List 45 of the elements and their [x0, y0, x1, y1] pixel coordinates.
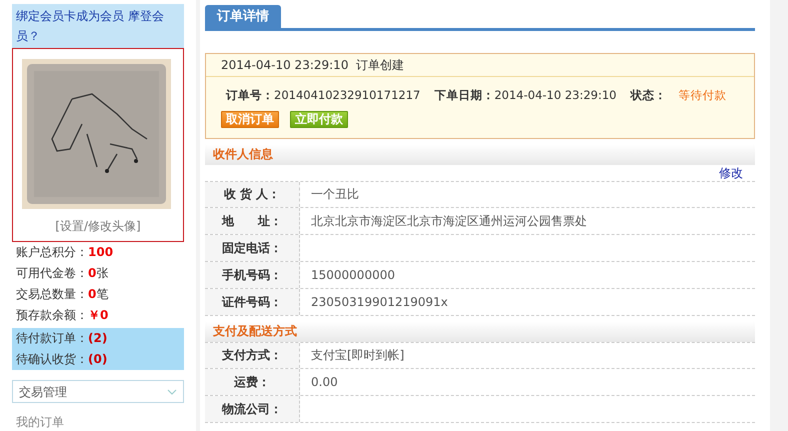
pending-count[interactable]: (0) [88, 352, 108, 366]
field-label: 物流公司： [205, 396, 300, 422]
stat-value: 100 [88, 245, 114, 259]
field-label: 支付方式： [205, 342, 300, 368]
created-time: 2014-04-10 23:29:10 [221, 58, 350, 72]
stat-unit: 张 [96, 266, 108, 280]
stat-label: 交易总数量： [16, 287, 88, 301]
order-date: 2014-04-10 23:29:10 [494, 88, 616, 102]
stat-value: 0 [88, 266, 96, 280]
menu-dropdown[interactable]: 交易管理 [12, 380, 184, 403]
field-label: 订单号： [226, 88, 274, 102]
created-text: 订单创建 [356, 58, 404, 72]
field-value: 一个丑比 [311, 186, 359, 203]
pending-count[interactable]: (2) [88, 331, 108, 345]
stat-value: ￥0 [88, 308, 108, 322]
order-status: 等待付款 [678, 88, 726, 102]
field-value: 0.00 [311, 374, 338, 390]
edit-link[interactable]: 修改 [719, 166, 743, 180]
member-link[interactable]: 绑定会员卡成为会员 摩登会员？ [12, 4, 184, 48]
field-label: 状态： [630, 88, 666, 102]
field-label: 证件号码： [205, 288, 300, 314]
pending-label[interactable]: 待付款订单： [16, 331, 88, 345]
order-number: 20140410232910171217 [274, 88, 420, 102]
page-tab[interactable]: 订单详情 [205, 5, 281, 28]
field-value: 支付宝[即时到帐] [311, 347, 404, 364]
stat-label: 账户总积分： [16, 245, 88, 259]
avatar-link[interactable]: [设置/修改头像] [55, 217, 141, 235]
stat-value: 0 [88, 287, 96, 301]
field-label: 手机号码： [205, 262, 300, 288]
field-label: 收 货 人： [205, 182, 300, 206]
stat-label: 预存款余额： [16, 308, 88, 322]
cancel-order-button[interactable]: 取消订单 [221, 110, 279, 128]
stat-unit: 笔 [96, 287, 108, 301]
field-value: 23050319901219091x [311, 294, 448, 310]
field-label: 下单日期： [434, 88, 494, 102]
field-label: 运费： [205, 368, 300, 394]
pay-now-button[interactable]: 立即付款 [290, 110, 348, 128]
menu-item[interactable]: 我的订单 [12, 413, 64, 431]
pending-label[interactable]: 待确认收货： [16, 352, 88, 366]
field-value: 北京北京市海淀区北京市海淀区通州运河公园售票处 [311, 212, 587, 230]
chevron-down-icon [167, 388, 177, 394]
stat-label: 可用代金卷： [16, 266, 88, 280]
field-label: 固定电话： [205, 234, 300, 260]
field-label: 地 址： [205, 208, 300, 234]
field-value: 15000000000 [311, 266, 395, 284]
